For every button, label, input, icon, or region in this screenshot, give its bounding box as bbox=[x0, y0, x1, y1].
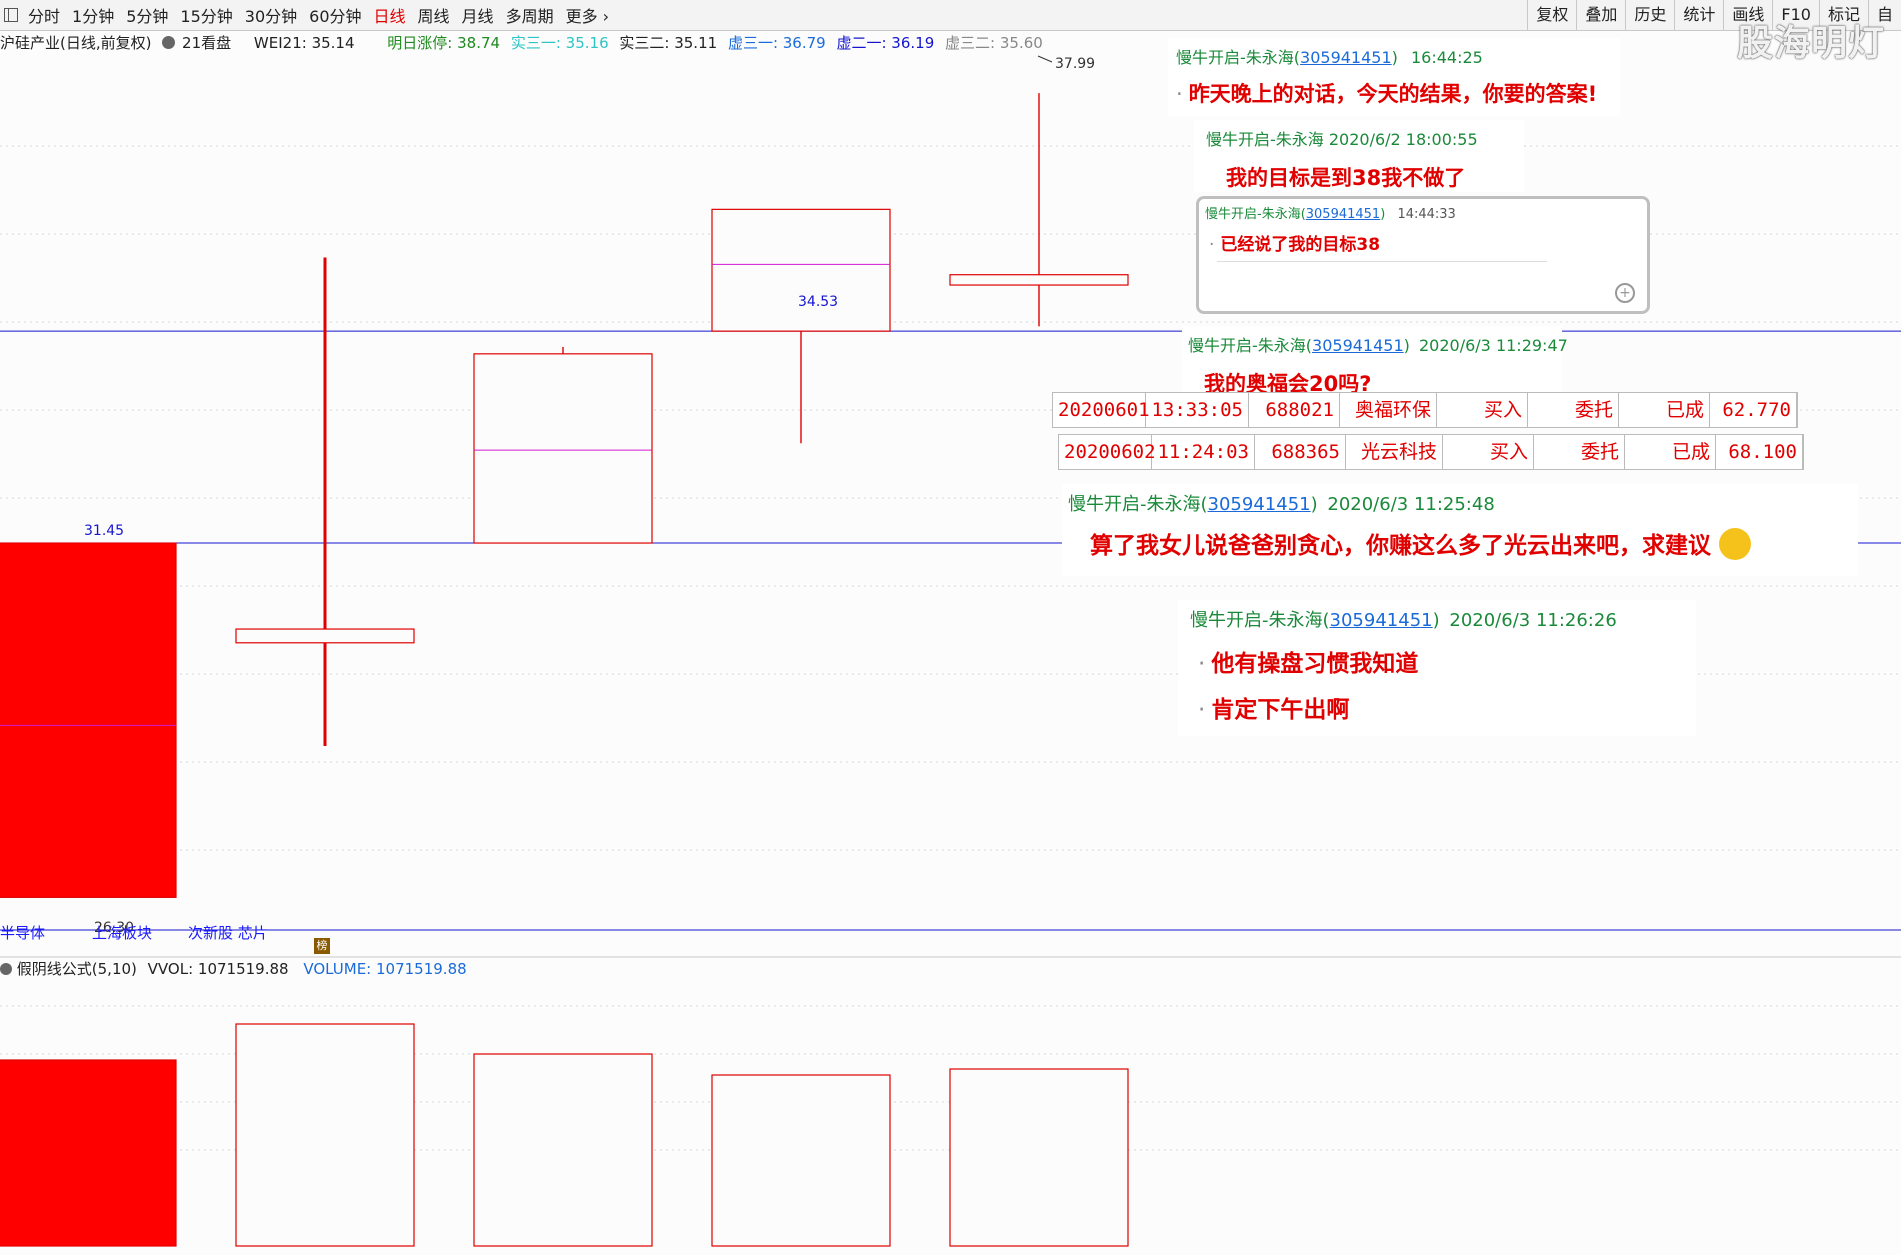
volume-value: VOLUME: 1071519.88 bbox=[303, 960, 467, 978]
trade-price: 62.770 bbox=[1710, 393, 1797, 427]
trade-price: 68.100 bbox=[1716, 435, 1803, 469]
stats-button[interactable]: 统计 bbox=[1674, 0, 1723, 30]
trade-code: 688021 bbox=[1249, 393, 1340, 427]
chat-header-4: 慢牛开启-朱永海(305941451) 2020/6/3 11:29:47 bbox=[1188, 336, 1568, 355]
sector-semiconductor[interactable]: 半导体 bbox=[0, 922, 45, 943]
volume-bars bbox=[0, 1023, 1129, 1247]
rank-badge[interactable]: 榜 bbox=[314, 938, 330, 954]
candle-body bbox=[473, 353, 653, 544]
candles bbox=[0, 93, 1129, 898]
chat-header-6: 慢牛开启-朱永海(305941451) 2020/6/3 11:26:26 bbox=[1190, 610, 1617, 631]
chat-panel-5: 慢牛开启-朱永海(305941451) 2020/6/3 11:25:48 算了… bbox=[1062, 484, 1858, 576]
trade-row-1: 20200601 13:33:05 688021 奥福环保 买入 委托 已成 6… bbox=[1052, 392, 1798, 428]
chat-panel-1: 慢牛开启-朱永海(305941451) 16:44:25 · 昨天晚上的对话，今天… bbox=[1168, 38, 1620, 116]
history-button[interactable]: 历史 bbox=[1625, 0, 1674, 30]
volume-bar bbox=[235, 1023, 415, 1247]
user-id-link[interactable]: 305941451 bbox=[1300, 48, 1392, 67]
candle-body bbox=[235, 628, 415, 644]
volume-bar bbox=[473, 1053, 653, 1247]
trade-name: 光云科技 bbox=[1346, 435, 1443, 469]
panel-toggle-icon[interactable] bbox=[4, 8, 18, 22]
chat-header-1: 慢牛开启-朱永海(305941451) 16:44:25 bbox=[1176, 48, 1483, 67]
sector-newstock-chip[interactable]: 次新股 芯片 bbox=[188, 922, 268, 943]
vvol-value: VVOL: 1071519.88 bbox=[147, 960, 289, 978]
trade-name: 奥福环保 bbox=[1340, 393, 1437, 427]
trade-status: 已成 bbox=[1619, 393, 1710, 427]
label-3453: 34.53 bbox=[798, 294, 838, 310]
chat-header-3: 慢牛开启-朱永海(305941451) 14:44:33 bbox=[1205, 207, 1456, 222]
tab-30min[interactable]: 30分钟 bbox=[239, 3, 303, 27]
chat-header-2: 慢牛开启-朱永海 2020/6/2 18:00:55 bbox=[1206, 130, 1478, 149]
chat-panel-3: 慢牛开启-朱永海(305941451) 14:44:33 · 已经说了我的目标38… bbox=[1196, 196, 1650, 314]
tab-weekly[interactable]: 周线 bbox=[412, 3, 456, 27]
label-high: 37.99 bbox=[1055, 56, 1095, 72]
trade-code: 688365 bbox=[1255, 435, 1346, 469]
volume-bar bbox=[711, 1074, 891, 1247]
chat-panel-6: 慢牛开启-朱永海(305941451) 2020/6/3 11:26:26 · 他… bbox=[1178, 600, 1696, 736]
label-high-pointer bbox=[1037, 55, 1053, 63]
volume-formula: 假阴线公式(5,10) bbox=[16, 960, 137, 978]
sector-shanghai[interactable]: 上海板块 bbox=[92, 922, 152, 943]
trade-type: 委托 bbox=[1534, 435, 1625, 469]
chat-msg-3: · 已经说了我的目标38 bbox=[1209, 235, 1381, 255]
trade-type: 委托 bbox=[1528, 393, 1619, 427]
chevron-right-icon: › bbox=[597, 7, 610, 26]
fuquan-button[interactable]: 复权 bbox=[1527, 0, 1576, 30]
trade-date: 20200601 bbox=[1053, 393, 1150, 427]
overlay-button[interactable]: 叠加 bbox=[1576, 0, 1625, 30]
period-toolbar: 分时 1分钟 5分钟 15分钟 30分钟 60分钟 日线 周线 月线 多周期 更… bbox=[0, 0, 1901, 31]
watermark-logo: 股海明灯 bbox=[1736, 23, 1885, 64]
volume-info-row: 假阴线公式(5,10) VVOL: 1071519.88 VOLUME: 107… bbox=[0, 958, 467, 979]
tab-fenshi[interactable]: 分时 bbox=[22, 3, 66, 27]
chat-msg-5: 算了我女儿说爸爸别贪心，你赚这么多了光云出来吧，求建议 bbox=[1062, 522, 1858, 564]
candle-body bbox=[711, 208, 891, 332]
chat-msg-6a: · 他有操盘习惯我知道 bbox=[1198, 651, 1419, 677]
tab-15min[interactable]: 15分钟 bbox=[174, 3, 238, 27]
candle-body bbox=[0, 542, 177, 898]
more-label: 更多 bbox=[565, 7, 598, 26]
chat-msg-6b: · 肯定下午出啊 bbox=[1198, 697, 1350, 723]
chat-panel-2: 慢牛开启-朱永海 2020/6/2 18:00:55 我的目标是到38我不做了 bbox=[1194, 120, 1524, 192]
tab-monthly[interactable]: 月线 bbox=[456, 3, 500, 27]
trade-status: 已成 bbox=[1625, 435, 1716, 469]
tab-daily[interactable]: 日线 bbox=[368, 3, 412, 27]
tab-more[interactable]: 更多 › bbox=[560, 3, 616, 27]
collapse-circle-icon[interactable] bbox=[0, 963, 12, 975]
mini-chart-thumb bbox=[1217, 261, 1547, 302]
volume-bar bbox=[949, 1068, 1129, 1247]
zoom-in-icon[interactable]: + bbox=[1615, 283, 1635, 303]
tab-multi-period[interactable]: 多周期 bbox=[500, 3, 560, 27]
label-3145: 31.45 bbox=[84, 523, 124, 539]
chat-msg-2: 我的目标是到38我不做了 bbox=[1226, 166, 1466, 190]
trade-side: 买入 bbox=[1443, 435, 1534, 469]
trade-side: 买入 bbox=[1437, 393, 1528, 427]
chat-msg-1: · 昨天晚上的对话，今天的结果，你要的答案! bbox=[1176, 82, 1598, 106]
chat-panel-4: 慢牛开启-朱永海(305941451) 2020/6/3 11:29:47 我的… bbox=[1182, 326, 1568, 398]
volume-bar bbox=[0, 1059, 177, 1247]
trade-date: 20200602 bbox=[1059, 435, 1156, 469]
tab-60min[interactable]: 60分钟 bbox=[303, 3, 367, 27]
tab-5min[interactable]: 5分钟 bbox=[120, 3, 174, 27]
trade-row-2: 20200602 11:24:03 688365 光云科技 买入 委托 已成 6… bbox=[1058, 434, 1804, 470]
grin-emoji-icon bbox=[1719, 528, 1752, 560]
chat-header-5: 慢牛开启-朱永海(305941451) 2020/6/3 11:25:48 bbox=[1068, 494, 1495, 515]
candle-body bbox=[949, 274, 1129, 286]
tab-1min[interactable]: 1分钟 bbox=[66, 3, 120, 27]
trade-time: 11:24:03 bbox=[1152, 435, 1255, 469]
trade-time: 13:33:05 bbox=[1146, 393, 1249, 427]
